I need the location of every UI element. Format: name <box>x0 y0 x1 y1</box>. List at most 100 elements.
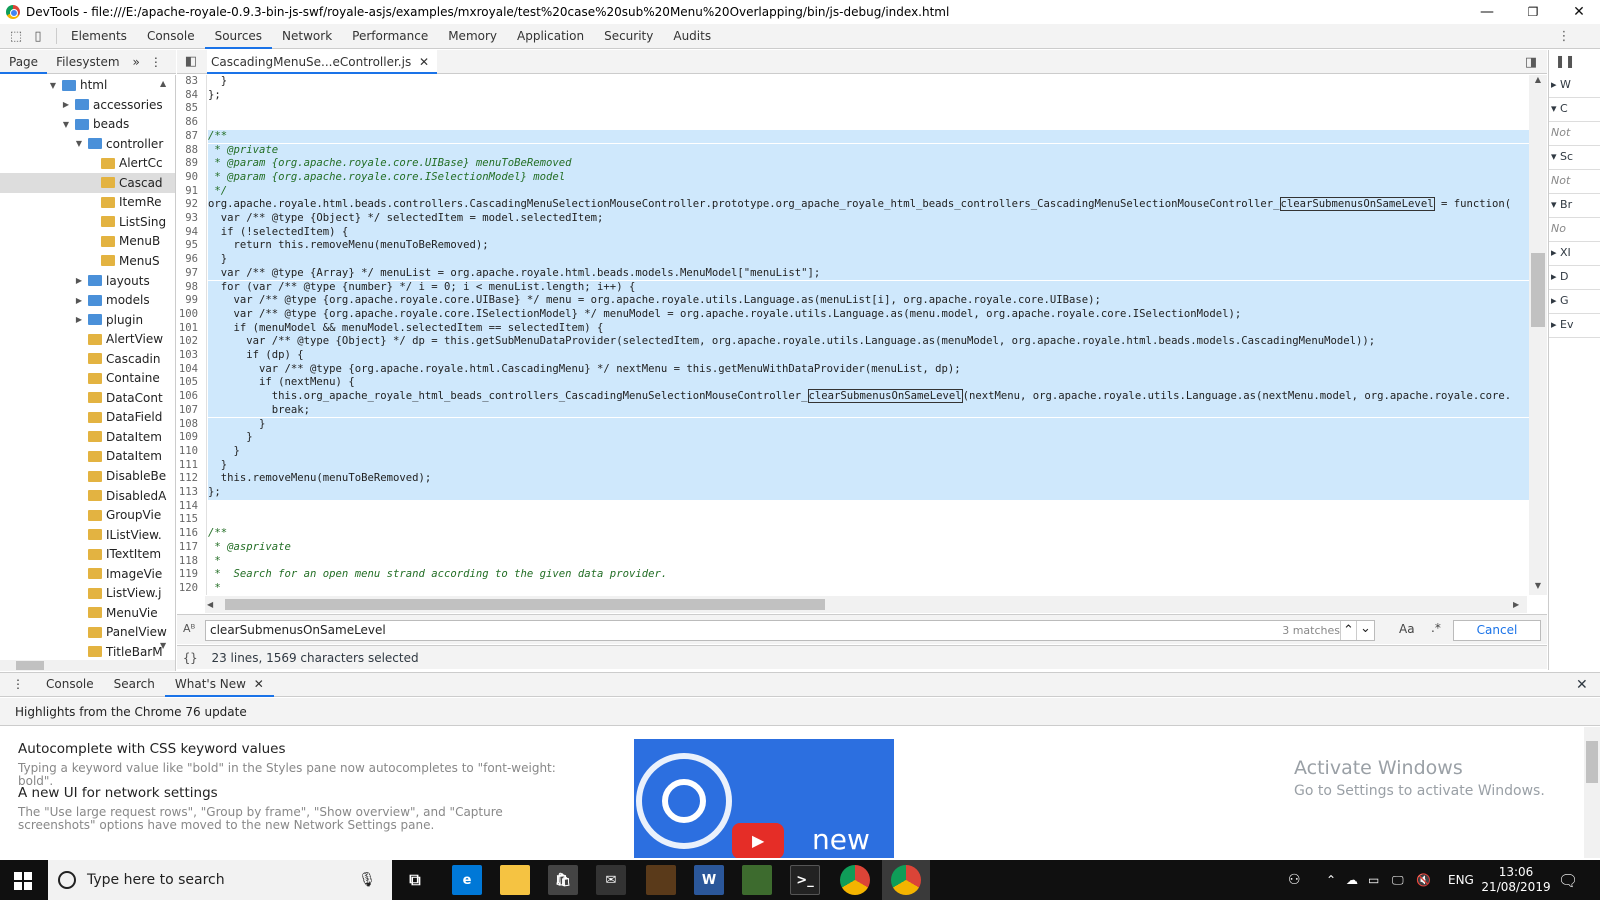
scroll-down-arrow-icon[interactable]: ▼ <box>1529 581 1547 595</box>
sidebar-section-header[interactable]: ▸ W <box>1549 74 1600 98</box>
code-line[interactable]: 88 * @private <box>177 143 1529 158</box>
close-drawer-icon[interactable]: ✕ <box>1576 677 1588 693</box>
tab-performance[interactable]: Performance <box>342 24 438 49</box>
code-line[interactable]: 103 if (dp) { <box>177 349 1529 363</box>
line-number[interactable]: 108 <box>177 418 203 432</box>
hscroll-thumb[interactable] <box>225 599 825 610</box>
tab-sources[interactable]: Sources <box>204 24 273 49</box>
tree-file-item[interactable]: DataItem <box>0 427 175 447</box>
chrome-taskbar-icon[interactable] <box>840 865 870 895</box>
tree-file-item[interactable]: MenuB <box>0 231 175 251</box>
taskbar-search-box[interactable]: Type here to search 🎙 <box>48 860 392 900</box>
line-number[interactable]: 109 <box>177 431 203 445</box>
code-line[interactable]: 112 this.removeMenu(menuToBeRemoved); <box>177 472 1529 486</box>
edge-icon[interactable]: e <box>452 865 482 895</box>
tree-file-item[interactable]: MenuVie <box>0 603 175 623</box>
tree-file-item[interactable]: Containe <box>0 368 175 388</box>
onedrive-icon[interactable]: ☁ <box>1346 860 1358 900</box>
restore-button[interactable]: ❐ <box>1510 0 1556 24</box>
code-line[interactable]: 98 for (var /** @type {number} */ i = 0;… <box>177 280 1529 295</box>
code-line[interactable]: 100 var /** @type {org.apache.royale.cor… <box>177 307 1529 322</box>
cancel-search-button[interactable]: Cancel <box>1453 620 1541 641</box>
whats-new-item-title[interactable]: Autocomplete with CSS keyword values <box>18 741 286 757</box>
line-number[interactable]: 113 <box>177 486 203 500</box>
tree-file-item[interactable]: DataField <box>0 407 175 427</box>
tree-hscrollbar[interactable] <box>0 660 176 671</box>
code-line[interactable]: 110 } <box>177 444 1529 459</box>
line-number[interactable]: 89 <box>177 157 203 171</box>
line-number[interactable]: 92 <box>177 198 203 212</box>
line-number[interactable]: 83 <box>177 75 203 89</box>
code-line[interactable]: 89 * @param {org.apache.royale.core.UIBa… <box>177 157 1529 171</box>
tab-application[interactable]: Application <box>507 24 594 49</box>
tab-filesystem[interactable]: Filesystem <box>47 50 128 74</box>
tree-file-item[interactable]: MenuS <box>0 251 175 271</box>
close-whats-new-icon[interactable]: ✕ <box>254 677 264 691</box>
show-hidden-icons-icon[interactable]: ⌃ <box>1326 860 1336 900</box>
line-number[interactable]: 87 <box>177 130 203 144</box>
action-center-icon[interactable]: 🗨 <box>1558 860 1578 900</box>
code-line[interactable]: 108 } <box>177 417 1529 432</box>
tree-file-item[interactable]: AlertView <box>0 329 175 349</box>
code-line[interactable]: 91 */ <box>177 184 1529 199</box>
line-number[interactable]: 117 <box>177 541 203 555</box>
task-view-icon[interactable]: ⧉ <box>400 865 430 895</box>
tree-file-item[interactable]: ItemRe <box>0 192 175 212</box>
line-number[interactable]: 103 <box>177 349 203 363</box>
battery-icon[interactable]: ▭ <box>1368 860 1379 900</box>
editor-vscrollbar[interactable]: ▲ ▼ <box>1529 75 1547 595</box>
people-icon[interactable]: ⚇ <box>1288 860 1301 900</box>
code-line[interactable]: 90 * @param {org.apache.royale.core.ISel… <box>177 170 1529 185</box>
line-number[interactable]: 99 <box>177 294 203 308</box>
sidebar-section-header[interactable]: ▸ Ev <box>1549 314 1600 338</box>
vscroll-thumb[interactable] <box>1531 253 1545 327</box>
language-indicator[interactable]: ENG <box>1448 860 1474 900</box>
tree-file-item[interactable]: ListView.j <box>0 583 175 603</box>
code-line[interactable]: 117 * @asprivate <box>177 541 1529 555</box>
tab-security[interactable]: Security <box>594 24 663 49</box>
sidebar-section-header[interactable]: ▸ G <box>1549 290 1600 314</box>
tree-folder-item[interactable]: ▶ accessories <box>0 95 175 115</box>
code-line[interactable]: 99 var /** @type {org.apache.royale.core… <box>177 294 1529 308</box>
tree-file-item[interactable]: DataCont <box>0 388 175 408</box>
replace-toggle-icon[interactable]: Aᴮ <box>183 622 195 635</box>
drawer-menu-icon[interactable]: ⋮ <box>0 672 36 697</box>
line-number[interactable]: 102 <box>177 335 203 349</box>
tree-file-item[interactable]: Cascadin <box>0 349 175 369</box>
code-line[interactable]: 106 this.org_apache_royale_html_beads_co… <box>177 389 1529 404</box>
file-tab[interactable]: CascadingMenuSe...eController.js ✕ <box>207 49 438 74</box>
line-number[interactable]: 106 <box>177 390 203 404</box>
tree-file-item[interactable]: IListView. <box>0 525 175 545</box>
volume-icon[interactable]: 🔇 <box>1416 860 1431 900</box>
network-icon[interactable]: 🖵 <box>1392 860 1404 900</box>
toggle-navigator-icon[interactable]: ◧ <box>183 54 199 70</box>
tree-file-item[interactable]: DataItem <box>0 446 175 466</box>
line-number[interactable]: 110 <box>177 445 203 459</box>
code-line[interactable]: 84}; <box>177 89 1529 103</box>
tree-file-item[interactable]: Cascad <box>0 172 175 193</box>
tree-folder-item[interactable]: ▼ html <box>0 75 175 95</box>
regex-toggle[interactable]: .* <box>1431 621 1441 635</box>
code-line[interactable]: 118 * <box>177 555 1529 569</box>
tree-file-item[interactable]: GroupVie <box>0 505 175 525</box>
code-line[interactable]: 94 if (!selectedItem) { <box>177 225 1529 240</box>
sidebar-section-header[interactable]: ▸ XI <box>1549 242 1600 266</box>
sidebar-section-header[interactable]: ▾ C <box>1549 98 1600 122</box>
sidebar-section-header[interactable]: ▸ D <box>1549 266 1600 290</box>
tab-elements[interactable]: Elements <box>61 24 137 49</box>
line-number[interactable]: 100 <box>177 308 203 322</box>
tree-folder-item[interactable]: ▶ layouts <box>0 271 175 291</box>
whats-new-item-title[interactable]: A new UI for network settings <box>18 785 218 801</box>
code-line[interactable]: 111 } <box>177 458 1529 473</box>
collapsed-arrow-icon[interactable]: ▶ <box>74 276 84 285</box>
code-editor[interactable]: 83 } 84}; 85 86 87/** 88 * @private 89 * @para… <box>177 75 1529 595</box>
code-line[interactable]: 96 } <box>177 253 1529 267</box>
game-app-icon[interactable] <box>646 865 676 895</box>
word-icon[interactable]: W <box>694 865 724 895</box>
collapsed-arrow-icon[interactable]: ▶ <box>61 100 71 109</box>
code-line[interactable]: 119 * Search for an open menu strand acc… <box>177 568 1529 582</box>
tree-file-item[interactable]: PanelView <box>0 622 175 642</box>
code-line[interactable]: 114 <box>177 500 1529 514</box>
expanded-arrow-icon[interactable]: ▼ <box>74 139 84 148</box>
tab-memory[interactable]: Memory <box>438 24 507 49</box>
